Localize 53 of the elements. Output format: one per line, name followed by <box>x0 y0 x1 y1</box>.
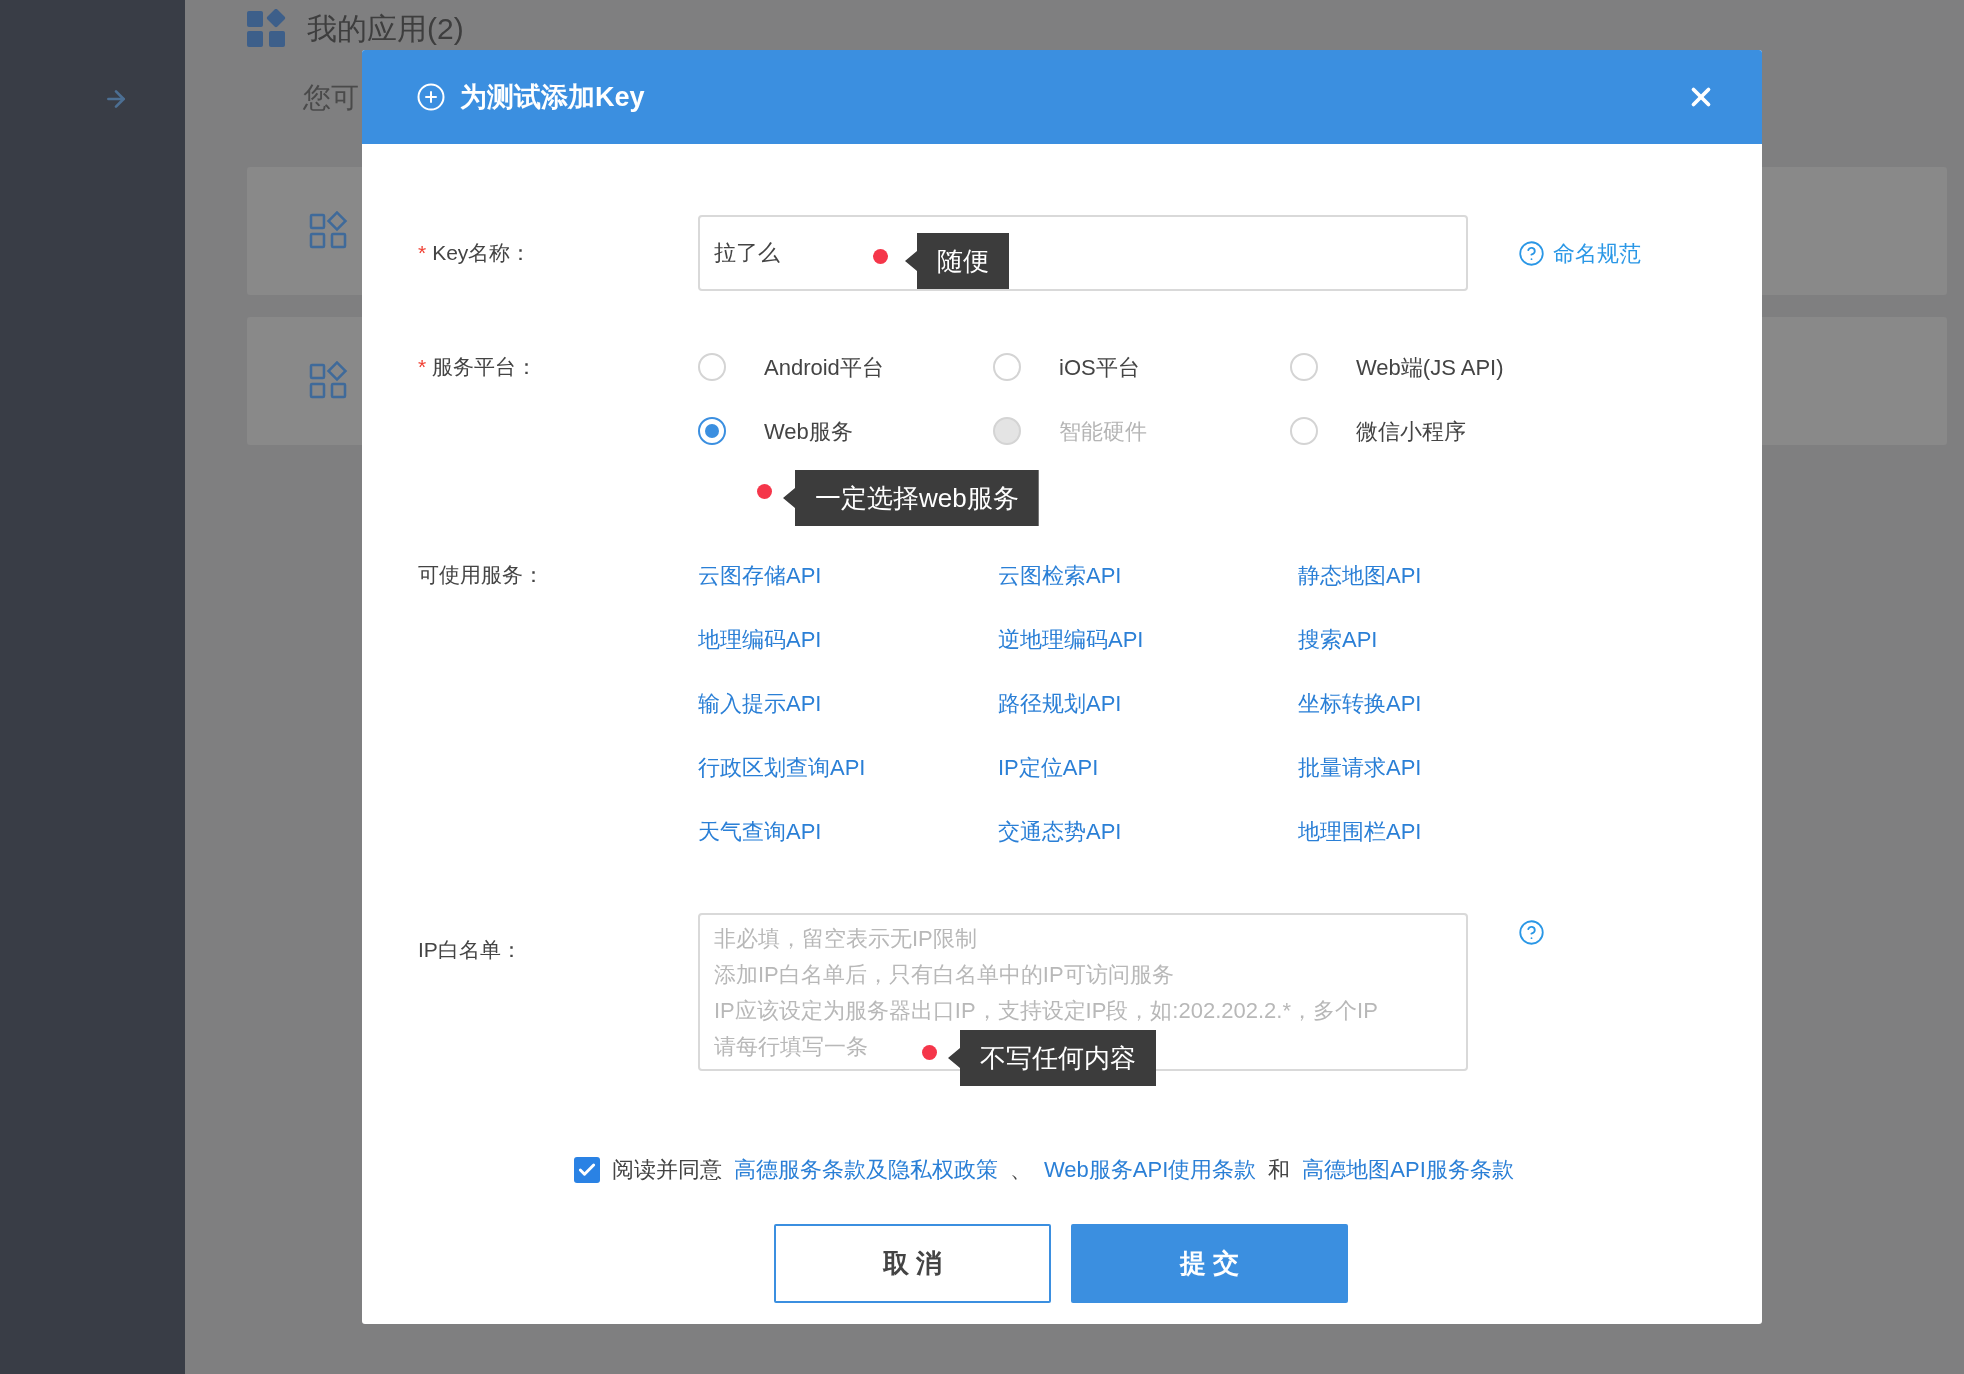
field-label: IP白名单： <box>418 937 522 964</box>
service-link[interactable]: 坐标转换API <box>1298 686 1422 720</box>
radio-label: 微信小程序 <box>1356 417 1466 446</box>
placeholder-text: IP应该设定为服务器出口IP，支持设定IP段，如:202.202.2.*，多个IP <box>714 997 1378 1025</box>
terms-link[interactable]: 高德地图API服务条款 <box>1302 1153 1514 1186</box>
radio-label: Web服务 <box>764 417 853 446</box>
placeholder-text: 添加IP白名单后，只有白名单中的IP可访问服务 <box>714 961 1174 989</box>
service-link[interactable]: 静态地图API <box>1298 558 1422 592</box>
service-link[interactable]: 云图检索API <box>998 558 1122 592</box>
cancel-button[interactable]: 取 消 <box>774 1224 1051 1303</box>
service-link[interactable]: 天气查询API <box>698 814 822 848</box>
help-icon[interactable] <box>1518 919 1545 946</box>
service-link[interactable]: 逆地理编码API <box>998 622 1144 656</box>
radio-label: iOS平台 <box>1059 353 1140 382</box>
radio-label: Android平台 <box>764 353 884 382</box>
terms-link[interactable]: 高德服务条款及隐私权政策 <box>734 1153 998 1186</box>
service-link[interactable]: IP定位API <box>998 750 1099 784</box>
service-link[interactable]: 搜索API <box>1298 622 1378 656</box>
dialog-title: 为测试添加Key <box>460 80 645 114</box>
add-icon <box>416 82 446 112</box>
apps-icon <box>309 211 349 251</box>
field-label: 可使用服务： <box>418 562 544 589</box>
service-link[interactable]: 地理围栏API <box>1298 814 1422 848</box>
apps-icon <box>247 8 287 49</box>
service-link[interactable]: 地理编码API <box>698 622 822 656</box>
agreement-checkbox[interactable] <box>574 1156 600 1183</box>
required-mark: * <box>418 354 427 381</box>
agreement-text: 和 <box>1268 1156 1291 1184</box>
naming-rules-link[interactable]: 命名规范 <box>1518 236 1641 270</box>
apps-icon <box>309 361 349 401</box>
service-link[interactable]: 路径规划API <box>998 686 1122 720</box>
radio-label: Web端(JS API) <box>1356 353 1504 382</box>
agreement-text: 、 <box>1010 1156 1032 1184</box>
placeholder-text: 请每行填写一条 <box>714 1033 868 1061</box>
field-label: 服务平台： <box>432 354 538 381</box>
tooltip: 一定选择web服务 <box>783 470 1039 526</box>
page-title: 我的应用(2) <box>307 11 464 47</box>
service-link[interactable]: 行政区划查询API <box>698 750 866 784</box>
submit-button[interactable]: 提 交 <box>1071 1224 1348 1303</box>
service-link[interactable]: 交通态势API <box>998 814 1122 848</box>
service-link[interactable]: 批量请求API <box>1298 750 1422 784</box>
radio-label: 智能硬件 <box>1059 417 1147 446</box>
radio-button[interactable] <box>698 417 726 445</box>
tooltip: 不写任何内容 <box>948 1030 1156 1086</box>
service-link[interactable]: 输入提示API <box>698 686 822 720</box>
help-icon <box>1518 239 1545 267</box>
required-mark: * <box>418 240 427 267</box>
placeholder-text: 非必填，留空表示无IP限制 <box>714 925 977 953</box>
terms-link[interactable]: Web服务API使用条款 <box>1044 1153 1257 1186</box>
agreement-text: 阅读并同意 <box>612 1156 722 1184</box>
field-label: Key名称： <box>432 240 532 267</box>
service-link[interactable]: 云图存储API <box>698 558 822 592</box>
tooltip: 随便 <box>905 233 1009 289</box>
